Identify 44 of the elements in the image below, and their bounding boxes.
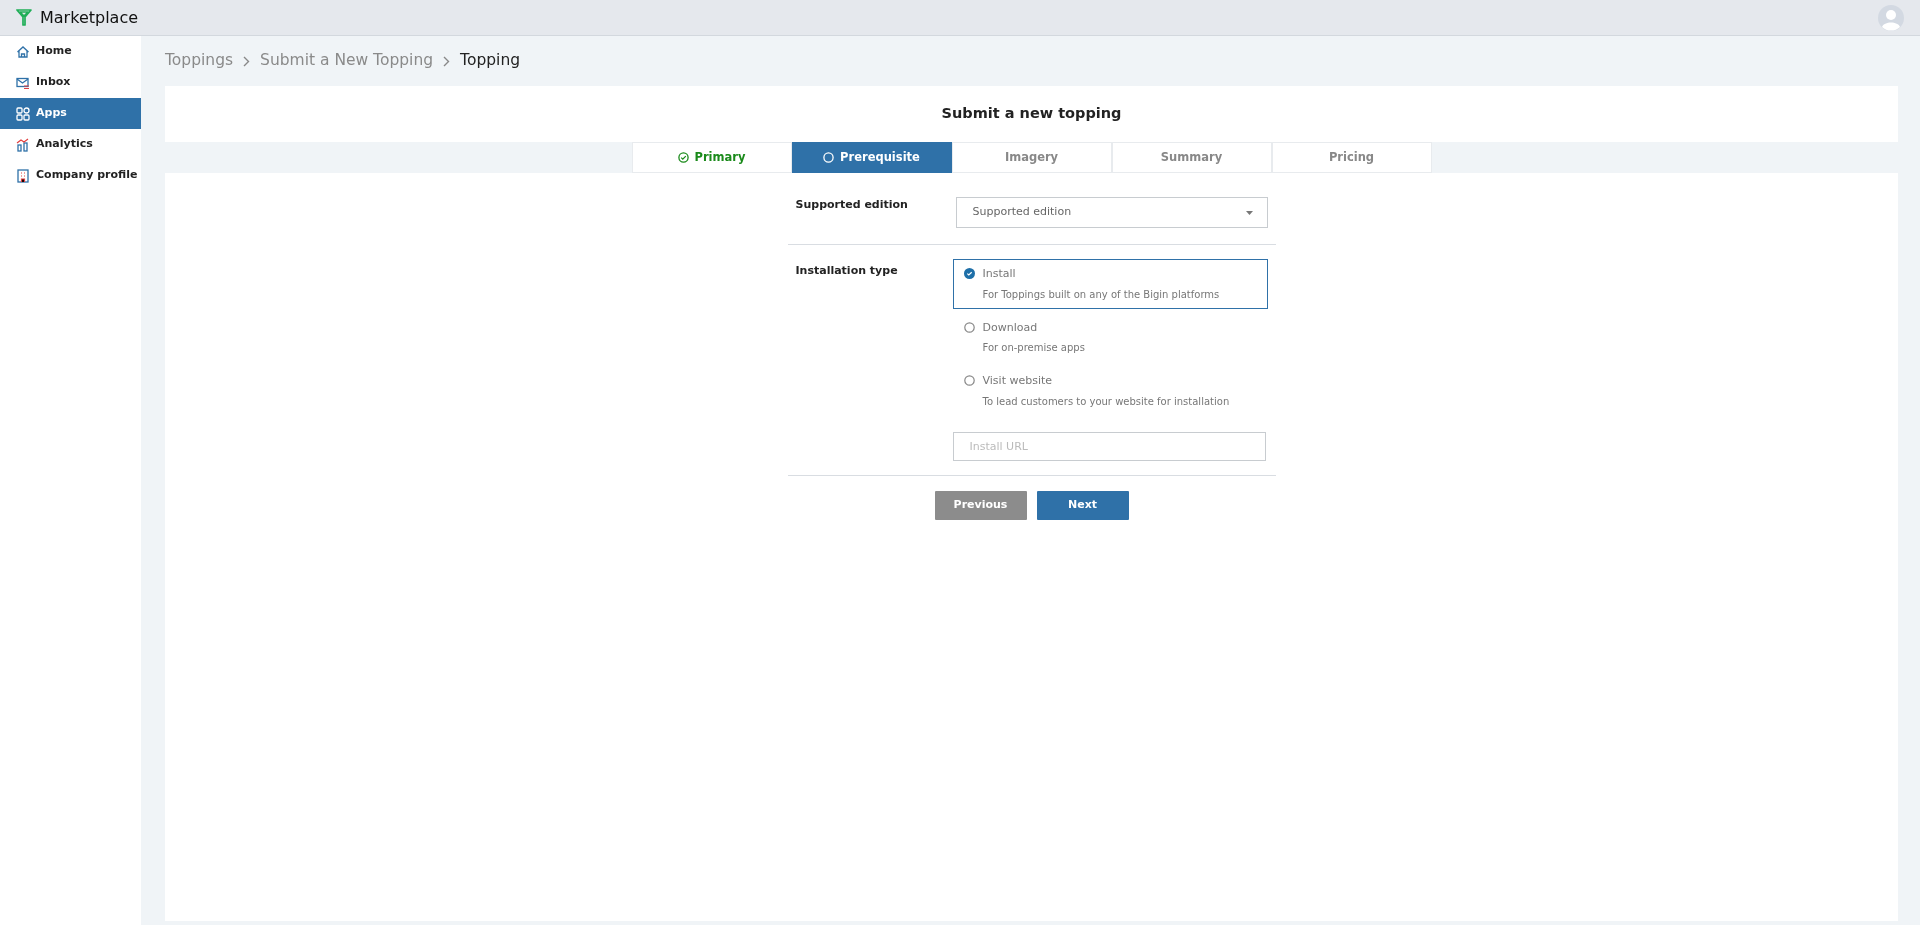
check-circle-icon [677, 152, 689, 163]
step-tab[interactable]: Prerequisite [791, 142, 952, 173]
option-description: For Toppings built on any of the Bigin platforms [982, 287, 1220, 302]
caret-icon [1245, 210, 1253, 215]
chevron-icon [443, 55, 451, 67]
radio-button[interactable] [963, 268, 975, 279]
radio-button[interactable] [963, 321, 975, 333]
option-label: Visit website [982, 373, 1054, 389]
field-label: Supported edition [795, 197, 909, 213]
next-button[interactable]: Next [1036, 490, 1129, 520]
option-label: Install [982, 266, 1017, 282]
page-title: Submit a new topping [941, 104, 1122, 124]
install-url-field[interactable]: Install URL [952, 431, 1266, 461]
sidebar-item[interactable]: Home [0, 36, 141, 67]
logo-icon [16, 8, 32, 27]
option-description: To lead customers to your website for installation [982, 394, 1230, 409]
step-tab[interactable]: Primary [631, 142, 792, 173]
app-title: Marketplace [40, 6, 139, 29]
sidebar-item[interactable]: Company profile [0, 160, 141, 191]
mail-icon [16, 75, 30, 90]
breadcrumb-link[interactable]: Toppings [165, 49, 234, 73]
building-icon [16, 168, 30, 183]
breadcrumb-current: Topping [460, 50, 521, 72]
radio-option[interactable]: Visit website To lead customers to your website for installation [952, 366, 1268, 416]
radio-option[interactable]: Install For Toppings built on any of the Bigin platforms [952, 259, 1268, 309]
chart-icon [16, 137, 30, 152]
grid-icon [16, 106, 30, 121]
sidebar-item[interactable]: Apps [0, 98, 141, 129]
step-tab[interactable]: Imagery [951, 142, 1112, 173]
sidebar-item[interactable]: Inbox [0, 67, 141, 98]
sidebar-item[interactable]: Analytics [0, 129, 141, 160]
circle-icon [823, 152, 835, 163]
previous-button[interactable]: Previous [934, 490, 1027, 520]
chevron-icon [243, 55, 251, 67]
option-label: Download [982, 319, 1039, 336]
option-description: For on-premise apps [982, 341, 1085, 355]
step-tab[interactable]: Summary [1111, 142, 1272, 173]
breadcrumb-link[interactable]: Submit a New Topping [260, 49, 434, 73]
field-label: Installation type [795, 263, 899, 279]
radio-option[interactable]: Download For on-premise apps [952, 312, 1268, 362]
edition-dropdown[interactable]: Supported edition [955, 197, 1268, 228]
radio-button[interactable] [963, 375, 975, 386]
home-icon [16, 44, 30, 59]
step-tab[interactable]: Pricing [1271, 142, 1432, 173]
